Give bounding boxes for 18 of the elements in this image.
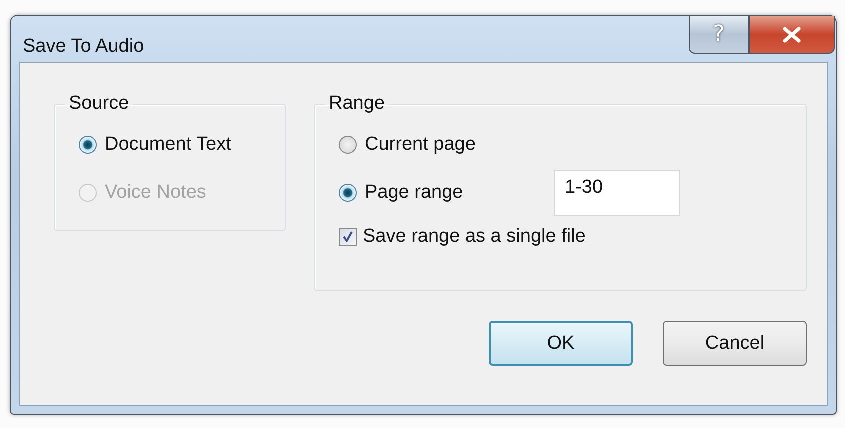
window-title: Save To Audio [23, 36, 144, 58]
option-label: Document Text [105, 134, 232, 156]
check-icon [342, 231, 354, 243]
group-label: Source [68, 93, 130, 115]
page-range-field[interactable]: 1-30 [554, 170, 680, 216]
group-label: Range [328, 93, 386, 115]
radio-button[interactable] [339, 136, 357, 154]
ok-button[interactable]: OK [489, 321, 633, 366]
close-icon [783, 26, 801, 42]
radio-button[interactable] [339, 184, 357, 202]
checkbox[interactable] [339, 228, 357, 246]
option-label: Voice Notes [105, 182, 206, 204]
cancel-button[interactable]: Cancel [663, 321, 807, 366]
radio-button[interactable] [79, 136, 97, 154]
close-button[interactable] [749, 16, 835, 54]
option-label: Page range [365, 182, 464, 204]
checkbox-label: Save range as a single file [363, 226, 586, 248]
option-label: Current page [365, 134, 476, 156]
